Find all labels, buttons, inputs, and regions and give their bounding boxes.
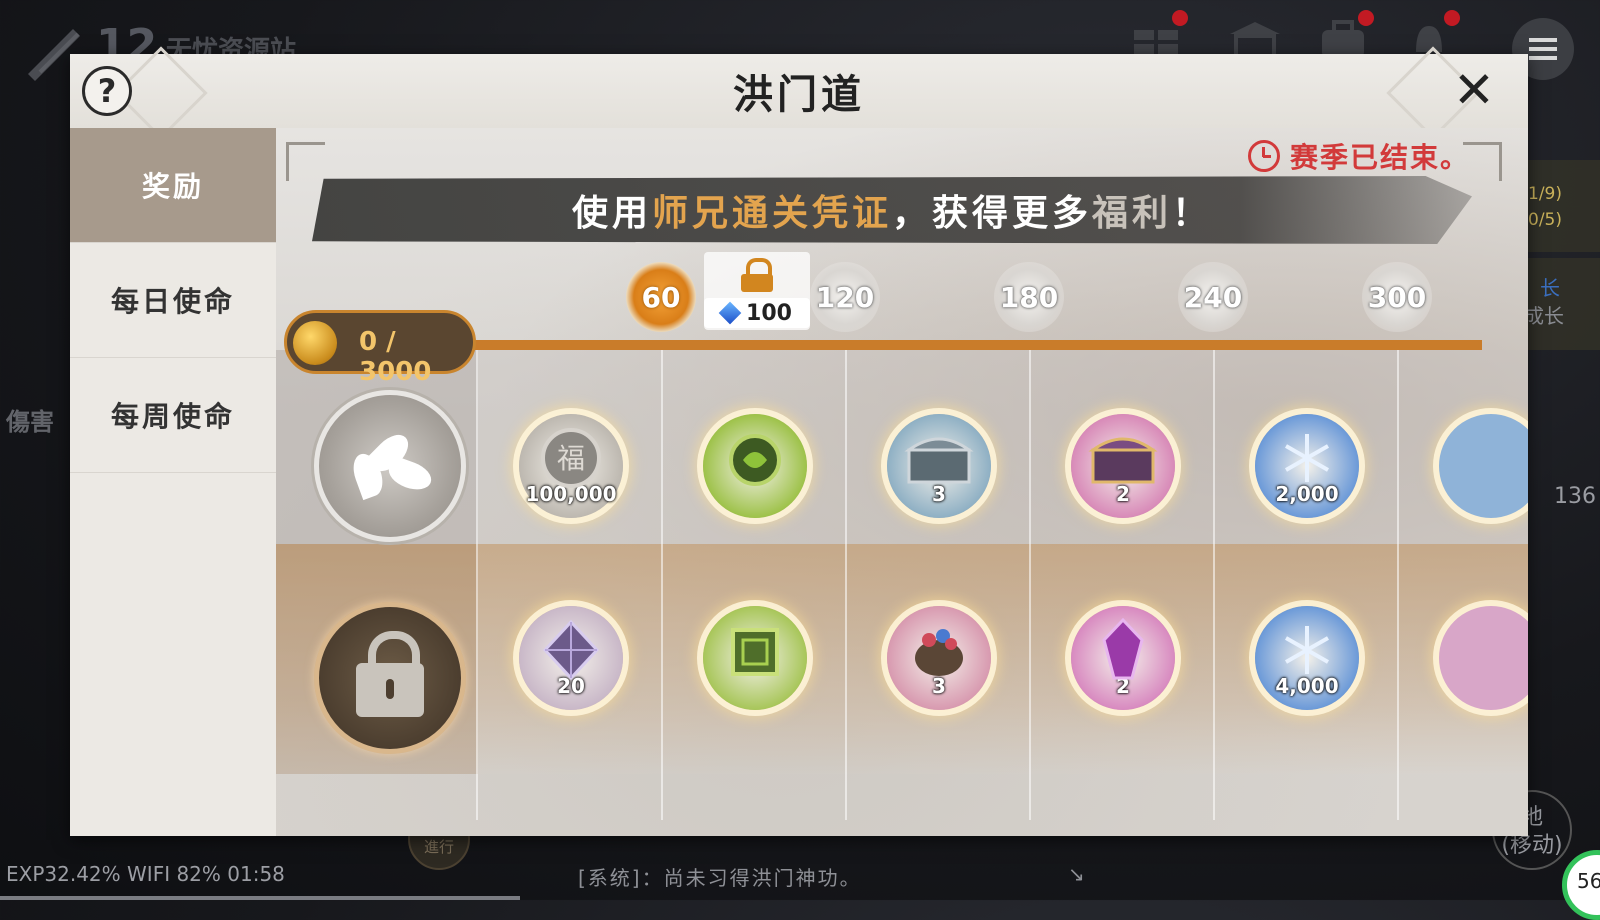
notification-dot <box>1444 10 1460 26</box>
padlock-icon <box>356 631 424 717</box>
diamond-icon <box>718 301 742 325</box>
potion-count: 136 <box>1554 484 1596 509</box>
banner-text-3: ！ <box>1172 193 1213 234</box>
milestone-180: 180 <box>994 262 1064 332</box>
tab-weekly-missions[interactable]: 每周使命 <box>70 358 276 473</box>
premium-reward-4[interactable]: 2 <box>1071 606 1175 710</box>
side-label-count-1: 1/9) <box>1528 184 1562 204</box>
premium-reward-3[interactable]: 3 <box>887 606 991 710</box>
season-status: 赛季已结束。 <box>1247 136 1470 176</box>
column-divider <box>845 350 847 820</box>
milestone-300: 300 <box>1362 262 1432 332</box>
column-divider <box>1029 350 1031 820</box>
side-label-growth: 成长 <box>1524 304 1564 328</box>
side-label-count-2: 0/5) <box>1528 210 1562 230</box>
clock-icon <box>1247 140 1280 172</box>
svg-text:福: 福 <box>557 442 585 475</box>
tab-rewards[interactable]: 奖励 <box>70 128 276 243</box>
jade-cube-icon <box>723 618 787 686</box>
banner-text-1: 使用 <box>571 193 652 234</box>
exp-bar <box>0 896 520 900</box>
close-button[interactable]: ✕ <box>1452 65 1496 115</box>
dialog-title: 洪门道 <box>733 72 865 118</box>
expand-arrow-icon[interactable]: ↘ <box>1068 862 1087 886</box>
snowflake-icon <box>1277 428 1337 492</box>
milestone-240: 240 <box>1178 262 1248 332</box>
unlock-cost-value: 100 <box>746 300 792 326</box>
leaf-emblem-icon <box>348 428 436 501</box>
rewards-panel: 赛季已结束。 使用 师兄通关凭证 ，获得更多 福利 ！ 0 / 3000 60 … <box>276 128 1528 836</box>
purple-crystal-icon <box>541 618 601 686</box>
side-label-zhang: 长 <box>1540 276 1560 300</box>
green-orb-icon <box>723 426 787 494</box>
status-text: EXP32.42% WIFI 82% 01:58 <box>6 862 285 886</box>
tab-list: 奖励 每日使命 每周使命 <box>70 128 276 836</box>
free-reward-5[interactable]: 2,000 <box>1255 414 1359 518</box>
silver-chest-icon <box>903 428 975 492</box>
notification-dot <box>1358 10 1374 26</box>
points-value: 0 / 3000 <box>359 327 432 387</box>
status-bar: EXP32.42% WIFI 82% 01:58 [系统]：尚未习得洪门神功。 … <box>0 850 1600 900</box>
progress-track <box>472 340 1482 350</box>
hongmen-pass-dialog: ? 洪门道 ✕ 奖励 每日使命 每周使命 赛季已结束。 使用 师兄通关凭证 ，获… <box>70 46 1528 836</box>
premium-reward-2[interactable] <box>703 606 807 710</box>
free-track-badge <box>314 390 466 542</box>
damage-label: 傷害 <box>6 408 54 436</box>
unlock-level-button[interactable]: 100 <box>704 252 810 330</box>
free-reward-4[interactable]: 2 <box>1071 414 1175 518</box>
free-reward-3[interactable]: 3 <box>887 414 991 518</box>
purple-chest-icon <box>1087 428 1159 492</box>
snowflake-icon <box>1277 620 1337 684</box>
system-message: [系统]：尚未习得洪门神功。 <box>578 866 862 890</box>
banner-highlight-pass: 师兄通关凭证 <box>651 193 892 234</box>
column-divider <box>1397 350 1399 820</box>
points-counter: 0 / 3000 <box>284 310 476 387</box>
milestone-60: 60 <box>626 262 696 332</box>
promo-banner: 使用 师兄通关凭证 ，获得更多 福利 ！ <box>312 176 1472 244</box>
premium-reward-5[interactable]: 4,000 <box>1255 606 1359 710</box>
dialog-header: ? 洪门道 ✕ <box>70 46 1528 140</box>
notification-dot <box>1172 10 1188 26</box>
tab-daily-missions[interactable]: 每日使命 <box>70 243 276 358</box>
season-status-text: 赛季已结束。 <box>1289 141 1470 174</box>
menu-icon <box>1529 47 1557 51</box>
gem-bag-icon <box>907 618 971 686</box>
column-divider <box>1213 350 1215 820</box>
free-reward-1[interactable]: 福 100,000 <box>519 414 623 518</box>
banner-highlight-benefit: 福利 <box>1092 193 1173 234</box>
premium-reward-1[interactable]: 20 <box>519 606 623 710</box>
banner-text-2: ，获得更多 <box>891 193 1092 234</box>
premium-track-locked-badge[interactable] <box>314 602 466 754</box>
lock-icon-body <box>741 274 773 292</box>
dragon-coin-icon <box>293 321 337 365</box>
amethyst-icon <box>1098 617 1148 686</box>
silver-coin-icon: 福 <box>539 426 603 494</box>
free-reward-2[interactable] <box>703 414 807 518</box>
column-divider <box>476 350 478 820</box>
milestone-120: 120 <box>810 262 880 332</box>
unlock-cost: 100 <box>704 298 810 328</box>
column-divider <box>661 350 663 820</box>
